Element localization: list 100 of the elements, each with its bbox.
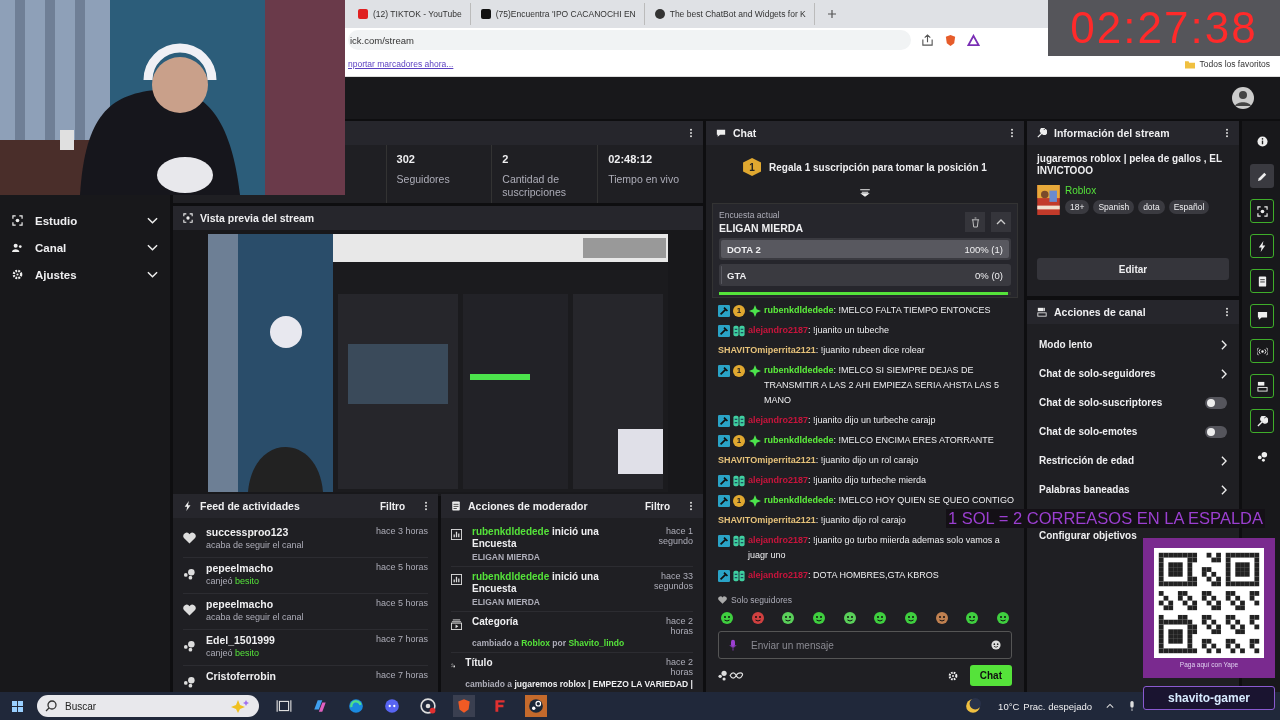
filter-button[interactable]: Filtro [380,500,405,512]
channel-actions-icon [1037,307,1047,317]
emoji-icon[interactable] [991,640,1001,650]
chart-icon [451,529,462,540]
subscriber-badge: 1 [733,304,745,317]
dashboard-button[interactable] [1250,409,1274,433]
nav-item[interactable]: Canal [0,234,170,261]
user-name[interactable]: pepeelmacho [206,562,366,574]
user-name[interactable]: successproo123 [206,526,366,538]
start-icon[interactable] [12,700,23,712]
dashboard-button[interactable] [1250,304,1274,328]
user-name[interactable]: pepeelmacho [206,598,366,610]
chat-message: SHAVITOmiperrita2121: !juanito dijo rol carajo [718,514,906,527]
channel-action[interactable]: Palabras baneadas [1039,484,1130,495]
share-icon[interactable] [921,33,934,47]
emote-icon[interactable] [965,611,980,625]
time-label: hace 1 segundo [657,526,693,548]
new-tab-icon[interactable] [826,9,837,19]
tag[interactable]: dota [1138,200,1165,214]
user-name[interactable]: Cristoferrobin [206,670,366,682]
import-bookmarks-link[interactable]: nportar marcadores ahora... [348,59,454,69]
steam-icon[interactable] [525,695,547,717]
emote-icon[interactable] [811,611,826,625]
message-field[interactable]: Enviar un mensaje [718,631,1012,659]
emote-icon[interactable] [903,611,918,625]
toggle-switch[interactable] [1205,425,1227,438]
delete-button[interactable] [965,212,985,232]
category-link[interactable]: Roblox [1065,185,1210,196]
lion-browser-icon[interactable] [453,695,475,717]
address-field[interactable]: ick.com/stream [348,30,911,50]
sparkle-icon [749,364,761,377]
browser-tab[interactable]: (12) TIKTOK - YouTube [352,3,471,25]
channel-action[interactable]: Configurar objetivos [1039,530,1137,541]
action-title: Categoría [472,616,519,629]
points-icon [183,568,196,580]
dashboard-button[interactable] [1250,374,1274,398]
nav-item[interactable]: Ajustes [0,261,170,288]
sword-badge-icon [718,569,730,582]
points-icon [1256,450,1268,462]
browser-tab[interactable]: The best ChatBot and Widgets for K [648,3,815,25]
action-title: rubenkdldedede inició una Encuesta [472,571,600,595]
tag[interactable]: Spanish [1093,200,1135,214]
more-icon[interactable] [689,501,693,511]
emote-icon[interactable] [842,611,857,625]
gift-prompt: Regala 1 suscripción para tomar la posición 1 [769,161,987,173]
chevron-icon [1221,339,1227,350]
record-icon[interactable] [417,695,439,717]
dashboard-button[interactable] [1250,164,1274,188]
time-label: hace 5 horas [375,562,428,574]
more-icon[interactable] [1225,307,1229,317]
time-label: hace 2 horas [664,616,693,636]
shield-icon[interactable] [944,33,957,47]
panel-title: Acciones de moderador [468,500,588,512]
search-field[interactable]: Buscar [37,695,259,717]
send-button[interactable]: Chat [969,665,1012,686]
more-icon[interactable] [424,501,428,511]
emote-icon[interactable] [995,611,1010,625]
triangle-icon[interactable] [967,33,980,47]
emote-icon[interactable] [720,611,734,625]
collapse-button[interactable] [991,212,1011,232]
tag[interactable]: Español [1168,200,1210,214]
toggle-switch[interactable] [1205,396,1227,409]
emote-icon[interactable] [873,611,888,625]
chat-message: alejandro2187: !juanito go turbo miierda ademas solo vamos a juagr uno [748,534,1001,562]
avatar-icon[interactable] [1232,87,1254,109]
sword-badge-icon [718,414,730,427]
more-icon[interactable] [689,128,693,138]
sword-badge-icon [718,534,730,547]
microphone-icon[interactable] [1128,701,1136,711]
more-icon[interactable] [1010,128,1014,138]
chat-message: alejandro2187: DOTA HOMBRES,GTA KBROS [748,569,939,582]
stat-label: Cantidad de suscripciones [502,173,567,199]
chat-icon [716,128,726,138]
collapse-icon[interactable] [859,189,871,197]
all-bookmarks-button[interactable]: Todos los favoritos [1199,59,1270,69]
user-name[interactable]: Edel_1501999 [206,634,366,646]
emote-icon[interactable] [781,611,796,625]
channel-action[interactable]: Restricción de edad [1039,455,1135,466]
caret-icon[interactable] [1106,701,1114,711]
filter-button[interactable]: Filtro [645,500,670,512]
settings-icon[interactable] [947,670,958,681]
browser-tab[interactable]: (75)Encuentra 'IPO CACANOCHI EN [474,3,645,25]
channel-action[interactable]: Chat de solo-seguidores [1039,368,1156,379]
dashboard-button[interactable] [1250,269,1274,293]
channel-action[interactable]: Chat de solo-emotes [1039,426,1138,437]
dashboard-button[interactable] [1250,234,1274,258]
dashboard-button[interactable] [1250,339,1274,363]
action-detail: cambiado a jugaremos roblox | EMPEZO LA VARIEDAD | [465,679,693,689]
channel-action[interactable]: Chat de solo-suscriptores [1039,397,1163,408]
sparkle-icon [749,434,761,447]
edit-button[interactable]: Editar [1037,258,1229,280]
points-icon[interactable] [718,670,744,681]
tag[interactable]: 18+ [1065,200,1090,214]
dashboard-button[interactable] [1250,199,1274,223]
emote-icon[interactable] [750,611,765,625]
nav-item[interactable]: Estudio [0,207,170,234]
channel-action[interactable]: Modo lento [1039,339,1093,350]
time-label: hace 33 segundos [652,571,693,593]
emote-icon[interactable] [934,611,949,625]
more-icon[interactable] [1225,128,1229,138]
